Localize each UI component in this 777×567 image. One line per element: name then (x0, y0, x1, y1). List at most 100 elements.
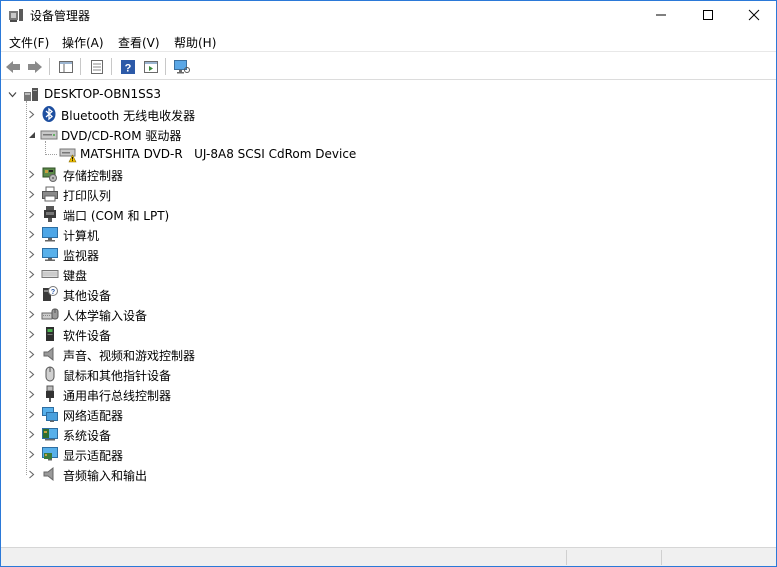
collapsed-chevron-icon (28, 190, 34, 198)
display-adapter-icon (42, 447, 58, 461)
expand-toggle[interactable] (26, 444, 36, 464)
tree-item-software-devices[interactable]: 软件设备 (1, 324, 776, 344)
expand-toggle[interactable] (26, 184, 36, 204)
tree-item-label: 端口 (COM 和 LPT) (63, 209, 170, 223)
scan-hardware-button[interactable] (172, 57, 192, 77)
tree-item-monitors[interactable]: 监视器 (1, 244, 776, 264)
tree-item-other-devices[interactable]: ? 其他设备 (1, 284, 776, 304)
show-hide-action-pane-button[interactable] (141, 57, 161, 77)
collapsed-chevron-icon (28, 290, 34, 298)
expand-toggle[interactable] (26, 384, 36, 404)
tree-item-label: 声音、视频和游戏控制器 (63, 349, 196, 363)
system-device-icon (42, 428, 58, 441)
expand-toggle[interactable] (26, 164, 36, 184)
collapsed-chevron-icon (28, 250, 34, 258)
tree-item-label: 打印队列 (63, 189, 112, 203)
tree-item-system-devices[interactable]: 系统设备 (1, 424, 776, 444)
tree-item-dvd-device[interactable]: MATSHITA DVD-R UJ-8A8 SCSI CdRom Device (1, 144, 776, 164)
tree-item-network-adapters[interactable]: 网络适配器 (1, 404, 776, 424)
minimize-button[interactable] (638, 1, 684, 29)
maximize-icon (703, 10, 713, 20)
tree-item-bluetooth[interactable]: Bluetooth 无线电收发器 (1, 104, 776, 124)
action-pane-icon (144, 61, 158, 73)
expand-toggle[interactable] (26, 304, 36, 324)
properties-icon (91, 60, 103, 74)
software-device-icon (46, 327, 54, 341)
tree-item-dvd-cdrom[interactable]: DVD/CD-ROM 驱动器 (1, 124, 776, 144)
help-icon: ? (121, 60, 135, 75)
expand-toggle[interactable] (26, 364, 36, 384)
collapse-toggle[interactable] (26, 124, 36, 144)
storage-controller-icon (42, 167, 57, 182)
forward-button[interactable] (25, 57, 45, 77)
device-manager-window: 设备管理器 文件(F) 操作(A) 查看(V) 帮助(H) ? DESKTOP-… (0, 0, 777, 567)
tree-item-ports[interactable]: 端口 (COM 和 LPT) (1, 204, 776, 224)
tree-item-audio-inputs-outputs[interactable]: 音频输入和输出 (1, 464, 776, 484)
device-manager-icon (9, 9, 23, 22)
tree-item-label: 通用串行总线控制器 (63, 389, 172, 403)
tree-root[interactable]: DESKTOP-OBN1SS3 (1, 84, 776, 104)
tree-item-print-queues[interactable]: 打印队列 (1, 184, 776, 204)
collapsed-chevron-icon (28, 270, 34, 278)
collapsed-chevron-icon (28, 330, 34, 338)
minimize-icon (656, 14, 666, 16)
tree-item-display-adapters[interactable]: 显示适配器 (1, 444, 776, 464)
tree-item-computer[interactable]: 计算机 (1, 224, 776, 244)
expand-toggle[interactable] (26, 324, 36, 344)
collapsed-chevron-icon (28, 410, 34, 418)
expand-toggle[interactable] (26, 284, 36, 304)
expand-toggle[interactable] (26, 464, 36, 484)
expand-toggle[interactable] (26, 104, 36, 124)
tree-item-label: 网络适配器 (63, 409, 124, 423)
audio-speaker-icon (43, 466, 54, 482)
tree-item-label: MATSHITA DVD-R UJ-8A8 SCSI CdRom Device (80, 147, 357, 161)
expand-toggle[interactable] (26, 344, 36, 364)
dvd-drive-warning-icon (59, 148, 77, 163)
properties-button[interactable] (87, 57, 107, 77)
bluetooth-icon (42, 106, 56, 122)
collapsed-chevron-icon (28, 450, 34, 458)
status-bar (1, 547, 776, 566)
collapse-root-toggle[interactable] (7, 84, 17, 104)
show-hide-tree-icon (59, 61, 73, 73)
tree-item-label: 鼠标和其他指针设备 (63, 369, 172, 383)
show-hide-console-tree-button[interactable] (56, 57, 76, 77)
tree-item-storage-controllers[interactable]: 存储控制器 (1, 164, 776, 184)
menu-help[interactable]: 帮助(H) (174, 34, 216, 51)
mouse-icon (45, 366, 55, 382)
dvd-drive-icon (40, 130, 58, 140)
scan-hardware-icon (174, 60, 190, 74)
help-button[interactable]: ? (118, 57, 138, 77)
forward-arrow-icon (28, 61, 42, 73)
tree-item-label: 人体学输入设备 (63, 309, 148, 323)
expand-toggle[interactable] (26, 204, 36, 224)
tree-item-mice[interactable]: 鼠标和其他指针设备 (1, 364, 776, 384)
menu-action[interactable]: 操作(A) (62, 34, 104, 51)
collapsed-chevron-icon (28, 350, 34, 358)
usb-icon (46, 385, 54, 402)
collapsed-chevron-icon (28, 110, 34, 118)
menu-view[interactable]: 查看(V) (118, 34, 160, 51)
close-button[interactable] (731, 1, 777, 29)
tree-item-keyboards[interactable]: 键盘 (1, 264, 776, 284)
expand-toggle[interactable] (26, 264, 36, 284)
tree-item-label: 显示适配器 (63, 449, 124, 463)
back-button[interactable] (3, 57, 23, 77)
menu-file[interactable]: 文件(F) (9, 34, 49, 51)
tree-item-human-interface-devices[interactable]: 人体学输入设备 (1, 304, 776, 324)
expand-toggle[interactable] (26, 244, 36, 264)
toolbar-separator (111, 58, 112, 75)
maximize-button[interactable] (685, 1, 731, 29)
tree-item-label: 软件设备 (63, 329, 112, 343)
svg-text:?: ? (51, 289, 55, 296)
monitor-icon (42, 248, 58, 261)
expand-toggle[interactable] (26, 404, 36, 424)
tree-item-sound-video-game-controllers[interactable]: 声音、视频和游戏控制器 (1, 344, 776, 364)
tree-item-label: 音频输入和输出 (63, 469, 148, 483)
tree-item-usb-controllers[interactable]: 通用串行总线控制器 (1, 384, 776, 404)
expand-toggle[interactable] (26, 424, 36, 444)
expand-toggle[interactable] (26, 224, 36, 244)
toolbar-separator (80, 58, 81, 75)
device-tree[interactable]: DESKTOP-OBN1SS3 Bluetooth 无线电收发器 DVD/CD-… (1, 81, 776, 547)
speaker-icon (43, 346, 54, 362)
